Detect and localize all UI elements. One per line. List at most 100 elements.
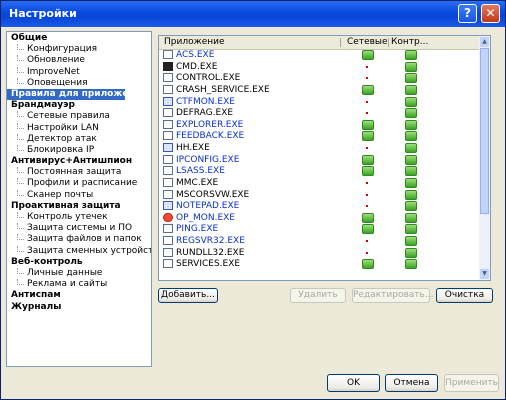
- network-allowed-icon[interactable]: [362, 212, 374, 223]
- control-allowed-icon[interactable]: [405, 154, 417, 165]
- control-allowed-icon[interactable]: [405, 50, 417, 60]
- control-allowed-icon[interactable]: [405, 189, 417, 200]
- nav-group[interactable]: Журналы: [7, 302, 151, 313]
- nav-item[interactable]: Сетевые правила: [7, 111, 151, 122]
- control-allowed-icon[interactable]: [405, 177, 417, 188]
- network-allowed-icon[interactable]: [362, 166, 374, 177]
- nav-item[interactable]: Защита системы и ПО: [7, 223, 151, 234]
- control-allowed-icon[interactable]: [405, 247, 417, 258]
- network-none-icon[interactable]: [366, 205, 368, 208]
- table-row[interactable]: EXPLORER.EXE: [159, 119, 481, 131]
- network-allowed-icon[interactable]: [362, 259, 374, 270]
- nav-item[interactable]: Блокировка IP: [7, 144, 151, 156]
- network-allowed-icon[interactable]: [362, 224, 374, 235]
- nav-item[interactable]: Оповещения: [7, 77, 151, 89]
- table-row[interactable]: PING.EXE: [159, 223, 481, 235]
- table-row[interactable]: REGSVR32.EXE: [159, 235, 481, 247]
- nav-item[interactable]: Реклама и сайты: [7, 279, 151, 290]
- nav-group[interactable]: Правила для приложений: [7, 88, 147, 101]
- table-row[interactable]: MMC.EXE: [159, 177, 481, 189]
- nav-item[interactable]: Сканер почты: [7, 189, 151, 201]
- control-allowed-icon[interactable]: [405, 61, 417, 72]
- nav-item[interactable]: Защита файлов и папок: [7, 234, 151, 245]
- nav-group[interactable]: Антивирус+Антишпион: [7, 156, 151, 167]
- ok-button[interactable]: OK: [327, 374, 380, 392]
- table-row[interactable]: LSASS.EXE: [159, 165, 481, 177]
- edit-button[interactable]: Редактировать...: [352, 288, 433, 303]
- nav-item[interactable]: Постоянная защита: [7, 167, 151, 178]
- network-none-icon[interactable]: [366, 147, 368, 149]
- scroll-up-icon[interactable]: ▲: [480, 37, 489, 47]
- nav-item[interactable]: Защита сменных устройств: [7, 245, 151, 257]
- table-row[interactable]: RUNDLL32.EXE: [159, 247, 481, 259]
- add-button[interactable]: Добавить...: [158, 288, 218, 303]
- network-none-icon[interactable]: [366, 100, 368, 103]
- nav-group[interactable]: Веб-контроль: [7, 257, 151, 268]
- network-allowed-icon[interactable]: [362, 84, 374, 95]
- table-row[interactable]: CTFMON.EXE: [159, 96, 481, 108]
- nav-group[interactable]: Антиспам: [7, 290, 151, 301]
- table-row[interactable]: ACS.EXE: [159, 49, 481, 61]
- nav-item[interactable]: Контроль утечек: [7, 212, 151, 223]
- help-button[interactable]: ?: [458, 4, 477, 23]
- scroll-thumb[interactable]: [480, 48, 489, 214]
- table-row[interactable]: CRASH_SERVICE.EXE: [159, 84, 481, 96]
- remove-button[interactable]: Удалить: [290, 288, 346, 303]
- cancel-button[interactable]: Отмена: [385, 374, 438, 392]
- network-allowed-icon[interactable]: [362, 119, 374, 130]
- nav-item[interactable]: Обновление: [7, 55, 151, 66]
- nav-item[interactable]: Детектор атак: [7, 133, 151, 145]
- nav-group[interactable]: Брандмауэр: [7, 100, 151, 111]
- network-none-icon[interactable]: [366, 65, 368, 68]
- network-none-icon[interactable]: [366, 193, 368, 196]
- vertical-scrollbar[interactable]: ▲ ▼: [479, 36, 490, 280]
- table-row[interactable]: OP_MON.EXE: [159, 212, 481, 224]
- control-allowed-icon[interactable]: [405, 108, 417, 119]
- network-allowed-icon[interactable]: [362, 50, 374, 60]
- title-bar[interactable]: Настройки ? ✕: [1, 1, 505, 27]
- control-allowed-icon[interactable]: [405, 236, 417, 246]
- network-none-icon[interactable]: [366, 77, 368, 80]
- control-allowed-icon[interactable]: [405, 224, 417, 235]
- clear-button[interactable]: Очистка: [436, 288, 493, 303]
- nav-item[interactable]: Настройки LAN: [7, 122, 151, 134]
- control-allowed-icon[interactable]: [405, 96, 417, 107]
- control-allowed-icon[interactable]: [405, 119, 417, 130]
- nav-group[interactable]: Общие: [7, 33, 151, 44]
- column-divider[interactable]: [340, 38, 341, 47]
- control-allowed-icon[interactable]: [405, 84, 417, 95]
- close-button[interactable]: ✕: [481, 4, 500, 23]
- column-network[interactable]: Сетевые: [347, 37, 388, 47]
- network-none-icon[interactable]: [366, 112, 368, 115]
- control-allowed-icon[interactable]: [405, 201, 417, 212]
- table-row[interactable]: DEFRAG.EXE: [159, 107, 481, 119]
- nav-group[interactable]: Проактивная защита: [7, 201, 151, 212]
- table-row[interactable]: NOTEPAD.EXE: [159, 200, 481, 212]
- table-row[interactable]: MSCORSVW.EXE: [159, 189, 481, 201]
- control-allowed-icon[interactable]: [405, 259, 417, 270]
- scroll-down-icon[interactable]: ▼: [480, 269, 489, 279]
- table-row[interactable]: CONTROL.EXE: [159, 72, 481, 84]
- nav-item[interactable]: Конфигурация: [7, 44, 151, 55]
- control-allowed-icon[interactable]: [405, 143, 417, 153]
- apply-button[interactable]: Применить: [444, 374, 499, 392]
- network-allowed-icon[interactable]: [362, 131, 374, 142]
- table-row[interactable]: CMD.EXE: [159, 61, 481, 73]
- table-row[interactable]: SERVICES.EXE: [159, 258, 481, 270]
- table-row[interactable]: HH.EXE: [159, 142, 481, 154]
- table-row[interactable]: FEEDBACK.EXE: [159, 130, 481, 142]
- control-allowed-icon[interactable]: [405, 131, 417, 142]
- control-allowed-icon[interactable]: [405, 73, 417, 84]
- control-allowed-icon[interactable]: [405, 166, 417, 177]
- network-none-icon[interactable]: [366, 181, 368, 184]
- nav-item[interactable]: Личные данные: [7, 267, 151, 279]
- network-none-icon[interactable]: [366, 251, 368, 254]
- network-allowed-icon[interactable]: [362, 154, 374, 165]
- column-control[interactable]: Контр...: [391, 37, 428, 47]
- nav-item[interactable]: Профили и расписание: [7, 178, 151, 189]
- table-row[interactable]: IPCONFIG.EXE: [159, 154, 481, 166]
- column-divider[interactable]: [388, 38, 389, 47]
- network-none-icon[interactable]: [366, 240, 368, 242]
- control-allowed-icon[interactable]: [405, 212, 417, 223]
- column-application[interactable]: Приложение: [164, 37, 225, 47]
